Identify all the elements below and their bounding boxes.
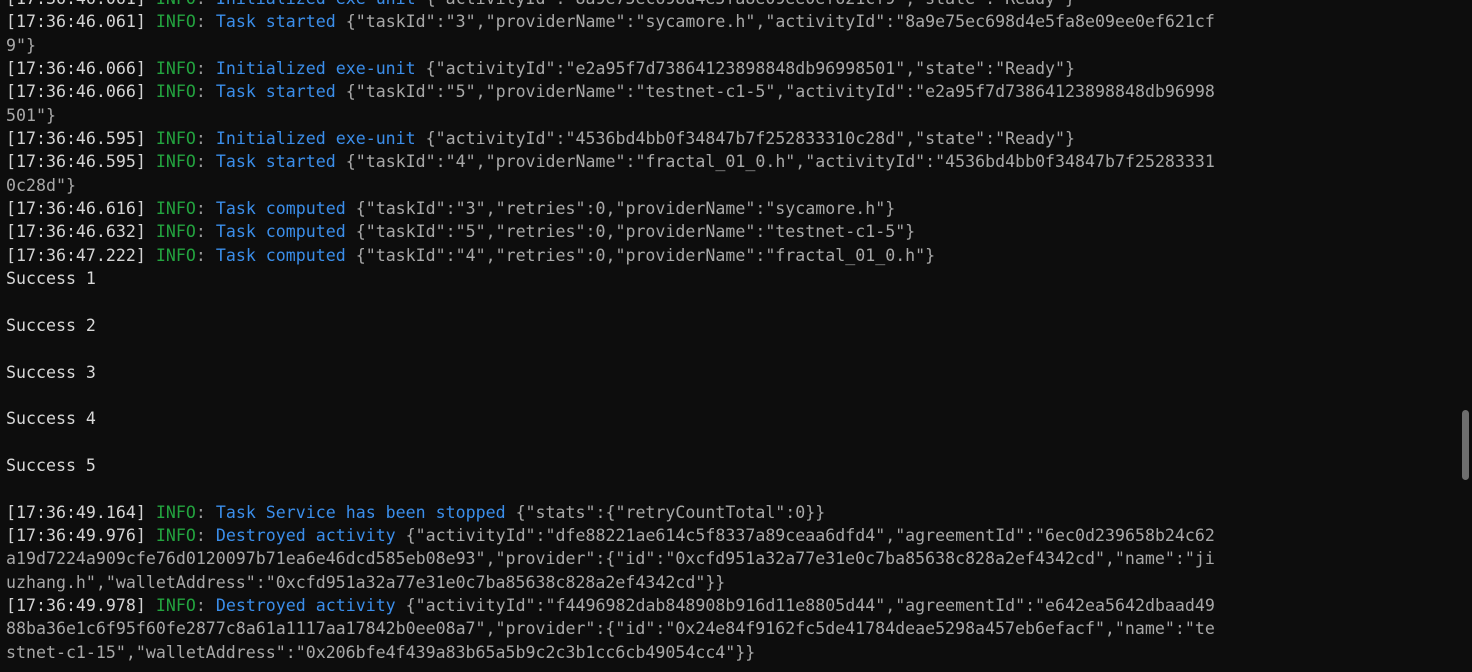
log-line: [17:36:46.061] INFO: Task started {"task… bbox=[6, 12, 1215, 32]
log-line: [17:36:46.595] INFO: Initialized exe-uni… bbox=[6, 129, 1076, 149]
terminal-log-output: [17:36:46.061] INFO: Initialized exe-uni… bbox=[0, 0, 1472, 664]
log-line-wrapped: a19d7224a909cfe76d0120097b71ea6e46dcd585… bbox=[6, 549, 1215, 569]
log-line-wrapped: uzhang.h","walletAddress":"0xcfd951a32a7… bbox=[6, 572, 726, 592]
log-line-wrapped: stnet-c1-15","walletAddress":"0x206bfe4f… bbox=[6, 642, 756, 662]
log-line: Success 2 bbox=[6, 315, 96, 335]
log-line: Success 3 bbox=[6, 362, 96, 382]
log-blank-line bbox=[6, 290, 1464, 313]
log-line-wrapped: 88ba36e1c6f95f60fe2877c8a61a1117aa17842b… bbox=[6, 619, 1215, 639]
log-line: [17:36:46.061] INFO: Initialized exe-uni… bbox=[6, 0, 1464, 10]
log-line-wrapped: 501"} bbox=[6, 105, 56, 125]
log-line: [17:36:46.595] INFO: Task started {"task… bbox=[6, 152, 1215, 172]
log-line: [17:36:46.066] INFO: Task started {"task… bbox=[6, 82, 1215, 102]
log-line: [17:36:49.976] INFO: Destroyed activity … bbox=[6, 525, 1215, 545]
terminal-window[interactable]: [17:36:46.061] INFO: Initialized exe-uni… bbox=[0, 0, 1472, 672]
log-line: [17:36:46.066] INFO: Initialized exe-uni… bbox=[6, 59, 1076, 79]
log-blank-line bbox=[6, 431, 1464, 454]
log-line-wrapped: 9"} bbox=[6, 35, 36, 55]
vertical-scrollbar[interactable] bbox=[1458, 0, 1472, 672]
log-line: Success 5 bbox=[6, 455, 96, 475]
log-line: Success 4 bbox=[6, 409, 96, 429]
log-blank-line bbox=[6, 337, 1464, 360]
scrollbar-thumb[interactable] bbox=[1462, 410, 1469, 480]
log-blank-line bbox=[6, 384, 1464, 407]
log-line: Success 1 bbox=[6, 269, 96, 289]
log-line-wrapped: 0c28d"} bbox=[6, 175, 76, 195]
log-line: [17:36:46.616] INFO: Task computed {"tas… bbox=[6, 199, 896, 219]
log-line: [17:36:46.632] INFO: Task computed {"tas… bbox=[6, 222, 916, 242]
log-line: [17:36:49.978] INFO: Destroyed activity … bbox=[6, 595, 1215, 615]
log-line: [17:36:49.164] INFO: Task Service has be… bbox=[6, 502, 826, 522]
log-blank-line bbox=[6, 477, 1464, 500]
log-line: [17:36:47.222] INFO: Task computed {"tas… bbox=[6, 245, 936, 265]
